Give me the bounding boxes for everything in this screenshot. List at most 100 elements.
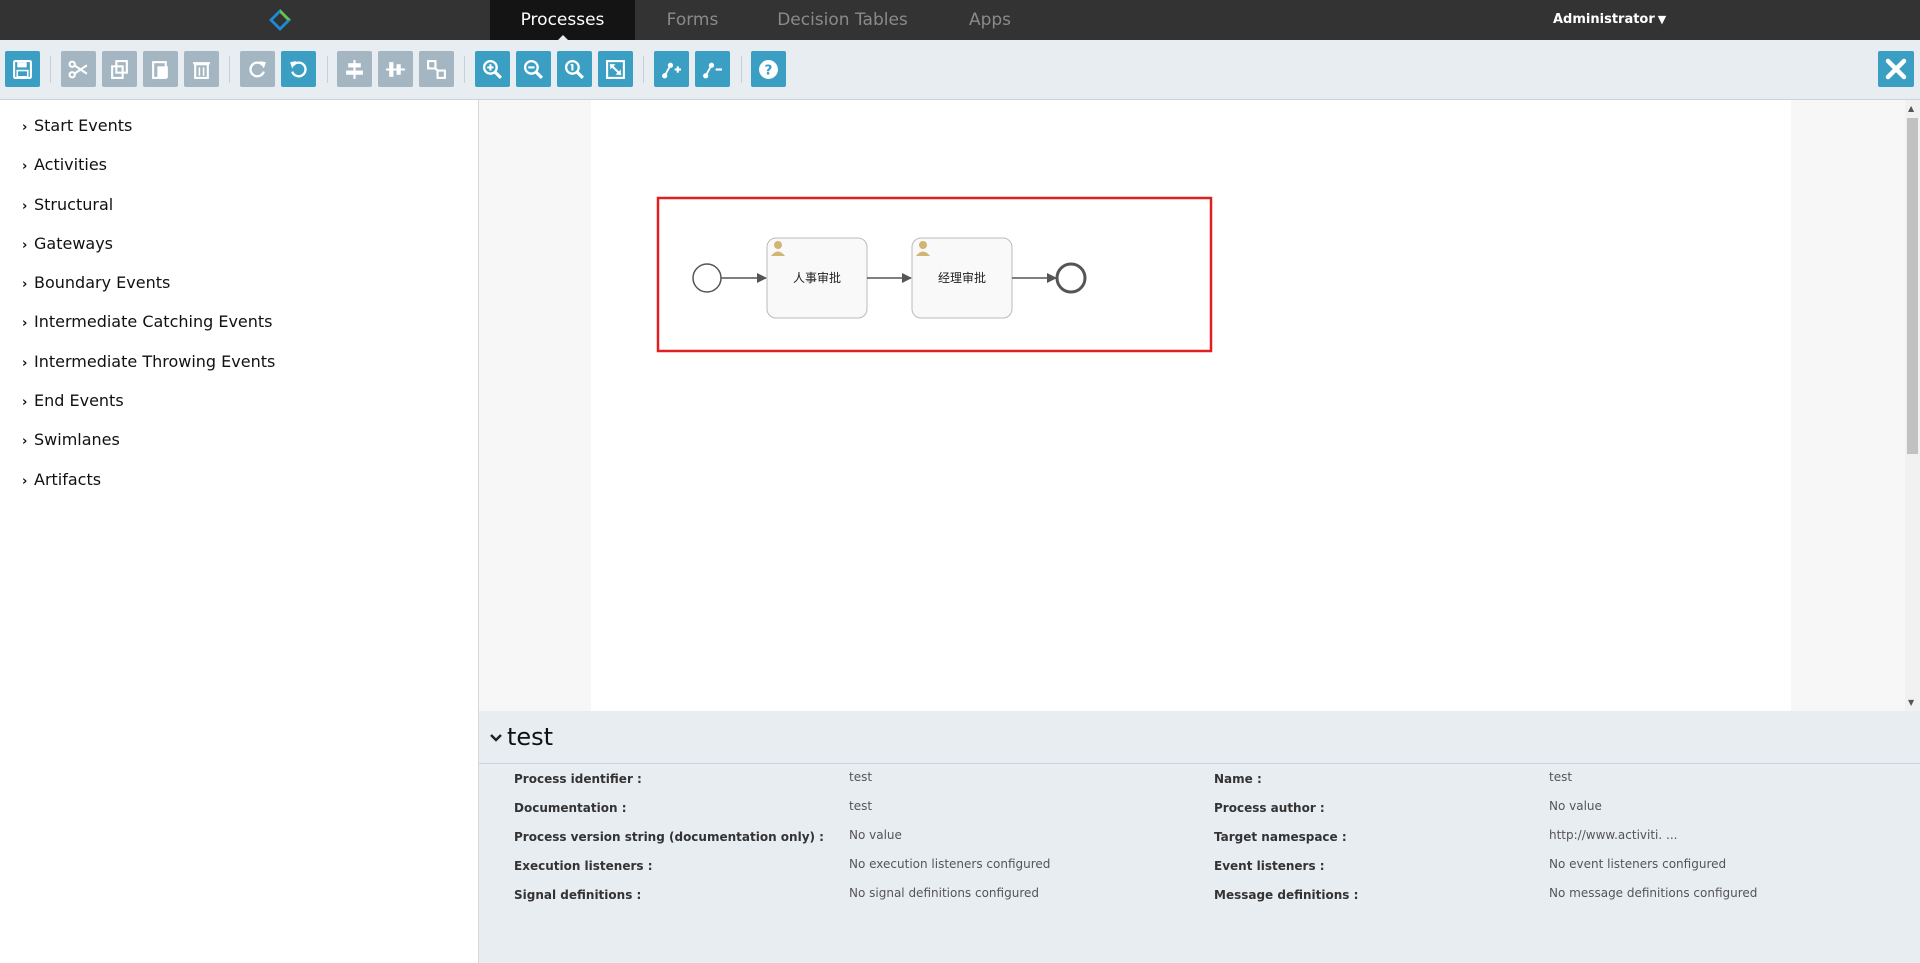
zoom-fit-button[interactable] — [598, 51, 633, 87]
align-horizontal-icon — [346, 60, 363, 79]
toolbar-divider — [50, 56, 51, 83]
chevron-right-icon: › — [22, 316, 28, 331]
save-button[interactable] — [5, 51, 40, 87]
tab-decision-tables[interactable]: Decision Tables — [760, 0, 925, 40]
zoom-fit-icon — [606, 60, 625, 79]
copy-button[interactable] — [102, 51, 137, 87]
delete-button[interactable] — [184, 51, 219, 87]
same-size-button[interactable] — [419, 51, 454, 87]
zoom-in-button[interactable] — [475, 51, 510, 87]
canvas-scrollbar[interactable]: ▲ ▼ — [1905, 100, 1920, 711]
palette-group-label: Boundary Events — [34, 273, 171, 292]
palette-group-start-events[interactable]: › Start Events — [22, 115, 132, 137]
palette-group-intermediate-throwing-events[interactable]: › Intermediate Throwing Events — [22, 351, 275, 373]
tab-apps[interactable]: Apps — [935, 0, 1045, 40]
zoom-out-button[interactable] — [516, 51, 551, 87]
prop-value-documentation[interactable]: test — [849, 799, 872, 813]
svg-text:?: ? — [765, 63, 773, 79]
zoom-out-icon — [523, 59, 544, 80]
logo-icon[interactable] — [268, 8, 292, 32]
tab-forms[interactable]: Forms — [635, 0, 750, 40]
undo-icon — [290, 61, 307, 78]
toolbar-divider — [229, 56, 230, 83]
canvas-area: 人事审批 经理审批 — [479, 100, 1905, 711]
editor-toolbar: ? — [0, 40, 1920, 100]
scrollbar-thumb[interactable] — [1907, 118, 1918, 454]
palette-group-label: End Events — [34, 391, 124, 410]
redo-button[interactable] — [240, 51, 275, 87]
start-event[interactable] — [692, 263, 722, 293]
remove-bendpoint-icon — [703, 62, 722, 79]
chevron-down-icon — [490, 734, 502, 742]
toolbar-divider — [643, 56, 644, 83]
prop-value-signal-definitions[interactable]: No signal definitions configured — [849, 886, 1039, 900]
prop-value-process-author[interactable]: No value — [1549, 799, 1602, 813]
redo-icon — [249, 61, 266, 78]
task-label: 经理审批 — [938, 270, 986, 285]
remove-bendpoint-button[interactable] — [695, 51, 730, 87]
chevron-right-icon: › — [22, 199, 28, 214]
prop-label-execution-listeners: Execution listeners : — [514, 859, 653, 873]
end-event[interactable] — [1055, 262, 1087, 294]
palette-group-label: Artifacts — [34, 470, 102, 489]
align-horizontal-button[interactable] — [337, 51, 372, 87]
close-editor-button[interactable] — [1878, 51, 1914, 87]
paste-icon — [152, 61, 168, 79]
user-menu[interactable]: Administrator ▼ — [1553, 0, 1666, 40]
palette-group-label: Structural — [34, 195, 114, 214]
zoom-in-icon — [482, 59, 503, 80]
toolbar-divider — [741, 56, 742, 83]
scroll-up-arrow-icon[interactable]: ▲ — [1908, 104, 1914, 113]
add-bendpoint-button[interactable] — [654, 51, 689, 87]
prop-value-process-version[interactable]: No value — [849, 828, 902, 842]
palette-group-boundary-events[interactable]: › Boundary Events — [22, 272, 170, 294]
prop-value-target-namespace[interactable]: http://www.activiti. ... — [1549, 828, 1677, 842]
undo-button[interactable] — [281, 51, 316, 87]
palette-group-activities[interactable]: › Activities — [22, 154, 107, 176]
task-label: 人事审批 — [793, 270, 841, 285]
palette-group-structural[interactable]: › Structural — [22, 194, 113, 216]
add-bendpoint-icon — [662, 62, 681, 79]
prop-value-event-listeners[interactable]: No event listeners configured — [1549, 857, 1726, 871]
help-button[interactable]: ? — [751, 51, 786, 87]
cut-icon — [68, 60, 88, 79]
prop-label-name: Name : — [1214, 772, 1262, 786]
prop-label-message-definitions: Message definitions : — [1214, 888, 1359, 902]
prop-value-message-definitions[interactable]: No message definitions configured — [1549, 886, 1757, 900]
cut-button[interactable] — [61, 51, 96, 87]
properties-title: test — [507, 723, 554, 751]
chevron-right-icon: › — [22, 120, 28, 135]
copy-icon — [111, 60, 128, 79]
toolbar-divider — [327, 56, 328, 83]
palette-group-gateways[interactable]: › Gateways — [22, 233, 113, 255]
prop-value-execution-listeners[interactable]: No execution listeners configured — [849, 857, 1050, 871]
paste-button[interactable] — [143, 51, 178, 87]
prop-label-event-listeners: Event listeners : — [1214, 859, 1325, 873]
palette-group-intermediate-catching-events[interactable]: › Intermediate Catching Events — [22, 311, 273, 333]
palette-group-swimlanes[interactable]: › Swimlanes — [22, 429, 120, 451]
zoom-actual-icon — [564, 59, 585, 80]
palette-group-artifacts[interactable]: › Artifacts — [22, 469, 101, 491]
chevron-right-icon: › — [22, 474, 28, 489]
prop-label-signal-definitions: Signal definitions : — [514, 888, 642, 902]
close-icon — [1885, 58, 1907, 80]
stencil-palette: › Start Events › Activities › Structural › G… — [0, 100, 479, 963]
user-name: Administrator — [1553, 12, 1655, 27]
tab-processes[interactable]: Processes — [490, 0, 635, 41]
palette-group-end-events[interactable]: › End Events — [22, 390, 124, 412]
process-diagram: 人事审批 经理审批 — [656, 196, 1213, 353]
properties-header[interactable]: test — [479, 711, 1920, 764]
palette-group-label: Gateways — [34, 234, 114, 253]
prop-value-name[interactable]: test — [1549, 770, 1572, 784]
prop-label-target-namespace: Target namespace : — [1214, 830, 1347, 844]
diagram-canvas[interactable]: 人事审批 经理审批 — [591, 100, 1791, 711]
top-navbar: Processes Forms Decision Tables Apps Adm… — [0, 0, 1920, 41]
zoom-actual-button[interactable] — [557, 51, 592, 87]
chevron-right-icon: › — [22, 238, 28, 253]
palette-group-label: Intermediate Throwing Events — [34, 352, 276, 371]
chevron-right-icon: › — [22, 395, 28, 410]
scroll-down-arrow-icon[interactable]: ▼ — [1908, 698, 1914, 707]
prop-value-process-identifier[interactable]: test — [849, 770, 872, 784]
align-vertical-button[interactable] — [378, 51, 413, 87]
palette-group-label: Intermediate Catching Events — [34, 312, 273, 331]
